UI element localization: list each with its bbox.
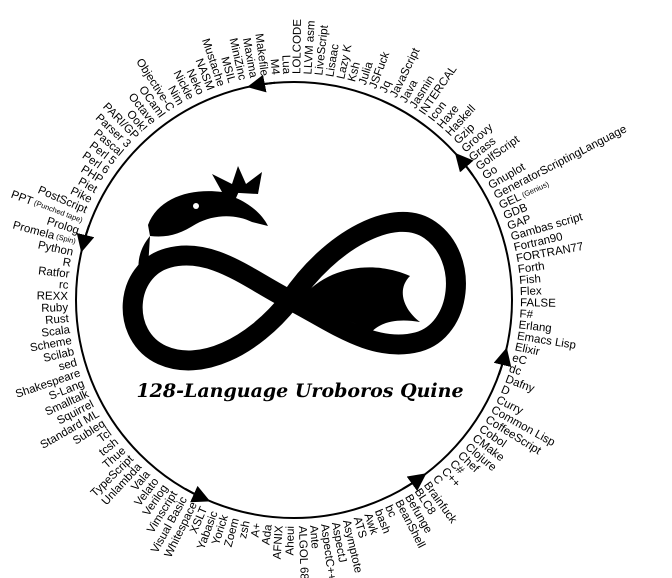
language-label: Flex [520,285,542,298]
cycle-arrow-icon [493,347,512,375]
language-label: LOLCODE [291,19,304,74]
cycle-arrow-icon [184,485,211,503]
figure-canvas: 128-Language Uroboros Quine RubyRustScal… [9,19,629,578]
figure-title: 128-Language Uroboros Quine [136,380,463,402]
language-label: FALSE [520,297,556,310]
language-label: Aheui [284,526,296,556]
language-label: REXX [37,290,69,302]
language-label: F# [519,308,534,321]
language-label: Ratfor [38,265,71,280]
cycle-arrow-icon [247,74,276,93]
uroboros-dragon-infinity-icon [122,166,466,371]
cycle-arrow-icon [402,473,427,492]
uroboros-quine-figure: 128-Language Uroboros Quine Ruby Rust Scal… [0,0,672,578]
cycle-arrow-icon [76,225,95,253]
